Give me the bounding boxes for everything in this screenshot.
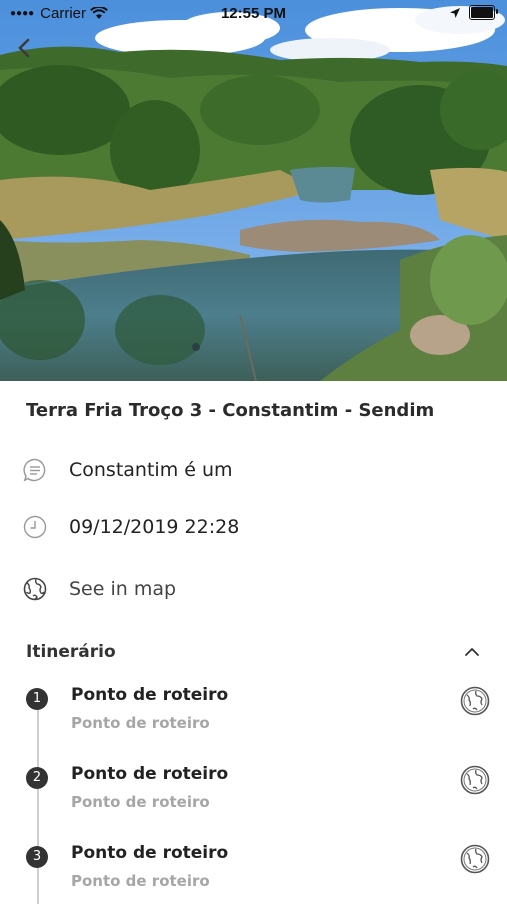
waypoint-item[interactable]: 1 Ponto de roteiro Ponto de roteiro bbox=[26, 683, 491, 743]
waypoint-subtitle: Ponto de roteiro bbox=[71, 714, 210, 732]
chevron-left-icon bbox=[18, 38, 30, 58]
clock-icon bbox=[23, 515, 47, 539]
itinerary-heading: Itinerário bbox=[26, 642, 116, 662]
waypoint-item[interactable]: 3 Ponto de roteiro Ponto de roteiro bbox=[26, 841, 491, 901]
chevron-up-icon bbox=[465, 647, 479, 656]
status-bar: ●●●● Carrier 12:55 PM bbox=[0, 0, 507, 28]
route-description: Constantim é um bbox=[69, 459, 233, 481]
see-in-map-label: See in map bbox=[69, 578, 177, 600]
waypoint-number-badge: 3 bbox=[26, 846, 48, 868]
status-time: 12:55 PM bbox=[220, 5, 287, 22]
globe-icon bbox=[23, 577, 47, 601]
description-row[interactable]: Constantim é um bbox=[22, 456, 492, 484]
speech-bubble-icon bbox=[23, 458, 46, 482]
location-arrow-icon bbox=[450, 7, 460, 18]
waypoint-number-badge: 1 bbox=[26, 688, 48, 710]
date-row: 09/12/2019 22:28 bbox=[22, 513, 492, 541]
back-button[interactable] bbox=[12, 36, 36, 60]
waypoint-name: Ponto de roteiro bbox=[71, 764, 229, 784]
route-datetime: 09/12/2019 22:28 bbox=[69, 516, 240, 538]
globe-icon[interactable] bbox=[459, 685, 491, 717]
globe-icon[interactable] bbox=[459, 843, 491, 875]
waypoint-subtitle: Ponto de roteiro bbox=[71, 872, 210, 890]
route-title: Terra Fria Troço 3 - Constantim - Sendim bbox=[26, 400, 435, 421]
waypoint-name: Ponto de roteiro bbox=[71, 685, 229, 705]
waypoint-number-badge: 2 bbox=[26, 767, 48, 789]
waypoint-subtitle: Ponto de roteiro bbox=[71, 793, 210, 811]
globe-icon[interactable] bbox=[459, 764, 491, 796]
battery-icon bbox=[469, 5, 498, 20]
waypoint-item[interactable]: 2 Ponto de roteiro Ponto de roteiro bbox=[26, 762, 491, 822]
see-in-map-link[interactable]: See in map bbox=[22, 575, 492, 603]
itinerary-section-toggle[interactable]: Itinerário bbox=[26, 639, 481, 665]
route-cover-photo bbox=[0, 0, 507, 381]
waypoint-name: Ponto de roteiro bbox=[71, 843, 229, 863]
